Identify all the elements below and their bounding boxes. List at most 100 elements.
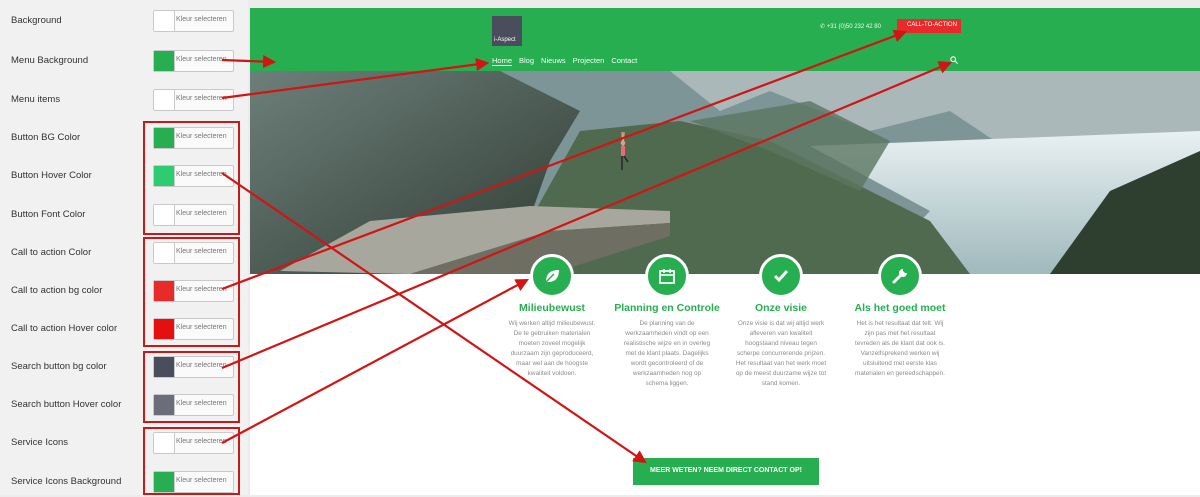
setting-row-cta-bg-color: Call to action bg color Kleur selecteren	[0, 280, 248, 306]
color-picker-label: Kleur selecteren	[176, 400, 227, 407]
nav-item-blog[interactable]: Blog	[519, 56, 534, 65]
setting-row-service-icons: Service Icons Kleur selecteren	[0, 432, 248, 458]
setting-row-button-hover-color: Button Hover Color Kleur selecteren	[0, 165, 248, 191]
service-title: Planning en Controle	[614, 302, 720, 314]
setting-row-background: Background Kleur selecteren	[0, 10, 248, 36]
calendar-icon	[659, 269, 675, 284]
color-picker-button[interactable]: Kleur selecteren	[153, 318, 234, 340]
site-header: i-Aspect ✆ +31 (0)50 232 42 80 CALL-TO-A…	[250, 8, 1200, 71]
setting-label: Search button Hover color	[11, 399, 122, 410]
wrench-icon	[892, 269, 907, 284]
setting-label: Button BG Color	[11, 132, 81, 143]
color-picker-button[interactable]: Kleur selecteren	[153, 165, 234, 187]
nav-item-contact[interactable]: Contact	[611, 56, 637, 65]
setting-row-menu-background: Menu Background Kleur selecteren	[0, 50, 248, 76]
setting-label: Search button bg color	[11, 361, 107, 372]
setting-label: Menu Background	[11, 55, 89, 66]
site-logo[interactable]: i-Aspect	[492, 16, 522, 46]
hero-image	[250, 71, 1200, 274]
service-title: Milieubewust	[519, 302, 585, 314]
color-picker-label: Kleur selecteren	[176, 248, 227, 255]
setting-label: Call to action Hover color	[11, 323, 118, 334]
search-icon[interactable]	[950, 56, 958, 64]
cta-label: CALL-TO-ACTION	[907, 22, 957, 28]
nav-item-nieuws[interactable]: Nieuws	[541, 56, 566, 65]
color-swatch	[154, 205, 175, 225]
call-to-action-button[interactable]: CALL-TO-ACTION	[897, 19, 961, 33]
color-swatch	[154, 433, 175, 453]
nav-item-home[interactable]: Home	[492, 56, 513, 66]
setting-row-cta-hover-color: Call to action Hover color Kleur selecte…	[0, 318, 248, 344]
checkmark-icon	[773, 270, 789, 283]
service-icon-circle	[878, 254, 922, 298]
setting-label: Background	[11, 15, 62, 26]
color-picker-button[interactable]: Kleur selecteren	[153, 50, 234, 72]
color-picker-label: Kleur selecteren	[176, 477, 227, 484]
color-swatch	[154, 395, 175, 415]
setting-row-service-icons-bg: Service Icons Background Kleur selectere…	[0, 471, 248, 497]
color-picker-button[interactable]: Kleur selecteren	[153, 89, 234, 111]
color-picker-button[interactable]: Kleur selecteren	[153, 432, 234, 454]
color-picker-button[interactable]: Kleur selecteren	[153, 356, 234, 378]
color-picker-button[interactable]: Kleur selecteren	[153, 127, 234, 149]
color-picker-label: Kleur selecteren	[176, 171, 227, 178]
service-text: De planning van de werkzaamheden vindt o…	[623, 320, 711, 387]
color-picker-label: Kleur selecteren	[176, 362, 227, 369]
setting-label: Service Icons	[11, 437, 69, 448]
setting-label: Menu items	[11, 94, 61, 105]
setting-row-button-bg-color: Button BG Color Kleur selecteren	[0, 127, 248, 153]
main-nav: Home Blog Nieuws Projecten Contact	[492, 56, 644, 68]
setting-row-menu-items: Menu items Kleur selecteren	[0, 89, 248, 115]
color-swatch	[154, 319, 175, 339]
settings-panel: Background Kleur selecteren Menu Backgro…	[0, 0, 248, 495]
service-text: Wij werken altijd milieubewust. De te ge…	[508, 320, 596, 377]
color-swatch	[154, 11, 175, 31]
color-swatch	[154, 90, 175, 110]
service-title: Als het goed moet	[854, 302, 946, 314]
color-picker-label: Kleur selecteren	[176, 95, 227, 102]
color-swatch	[154, 472, 175, 492]
service-title: Onze visie	[755, 302, 807, 314]
service-text: Onze visie is dat wij altijd werk afleve…	[735, 320, 827, 387]
color-swatch	[154, 128, 175, 148]
color-picker-button[interactable]: Kleur selecteren	[153, 280, 234, 302]
setting-label: Button Hover Color	[11, 170, 92, 181]
service-icon-circle	[530, 254, 574, 298]
color-picker-button[interactable]: Kleur selecteren	[153, 471, 234, 493]
color-picker-label: Kleur selecteren	[176, 210, 227, 217]
color-picker-label: Kleur selecteren	[176, 16, 227, 23]
setting-row-cta-color: Call to action Color Kleur selecteren	[0, 242, 248, 268]
contact-button-label: MEER WETEN? NEEM DIRECT CONTACT OP!	[650, 467, 802, 474]
color-picker-button[interactable]: Kleur selecteren	[153, 204, 234, 226]
service-als-het-goed-moet: Als het goed moet Het is het resultaat d…	[841, 254, 959, 379]
color-picker-label: Kleur selecteren	[176, 133, 227, 140]
nav-item-projecten[interactable]: Projecten	[573, 56, 605, 65]
service-onze-visie: Onze visie Onze visie is dat wij altijd …	[722, 254, 840, 389]
website-preview: i-Aspect ✆ +31 (0)50 232 42 80 CALL-TO-A…	[250, 8, 1200, 495]
color-swatch	[154, 357, 175, 377]
service-planning: Planning en Controle De planning van de …	[608, 254, 726, 389]
hero-landscape-illustration	[250, 71, 1200, 274]
color-picker-button[interactable]: Kleur selecteren	[153, 242, 234, 264]
color-swatch	[154, 51, 175, 71]
logo-text: i-Aspect	[494, 37, 516, 43]
service-icon-circle	[759, 254, 803, 298]
color-picker-label: Kleur selecteren	[176, 324, 227, 331]
color-swatch	[154, 243, 175, 263]
contact-button[interactable]: MEER WETEN? NEEM DIRECT CONTACT OP!	[633, 458, 819, 485]
color-swatch	[154, 281, 175, 301]
setting-row-search-hover-color: Search button Hover color Kleur selecter…	[0, 394, 248, 420]
setting-label: Service Icons Background	[11, 476, 122, 487]
color-picker-label: Kleur selecteren	[176, 286, 227, 293]
leaf-icon	[545, 270, 559, 283]
color-picker-button[interactable]: Kleur selecteren	[153, 10, 234, 32]
color-picker-button[interactable]: Kleur selecteren	[153, 394, 234, 416]
setting-label: Call to action Color	[11, 247, 92, 258]
service-text: Het is het resultaat dat telt. Wij zijn …	[855, 320, 945, 377]
setting-row-button-font-color: Button Font Color Kleur selecteren	[0, 204, 248, 230]
color-picker-label: Kleur selecteren	[176, 56, 227, 63]
service-icon-circle	[645, 254, 689, 298]
phone-number: ✆ +31 (0)50 232 42 80	[820, 24, 881, 30]
color-swatch	[154, 166, 175, 186]
color-picker-label: Kleur selecteren	[176, 438, 227, 445]
